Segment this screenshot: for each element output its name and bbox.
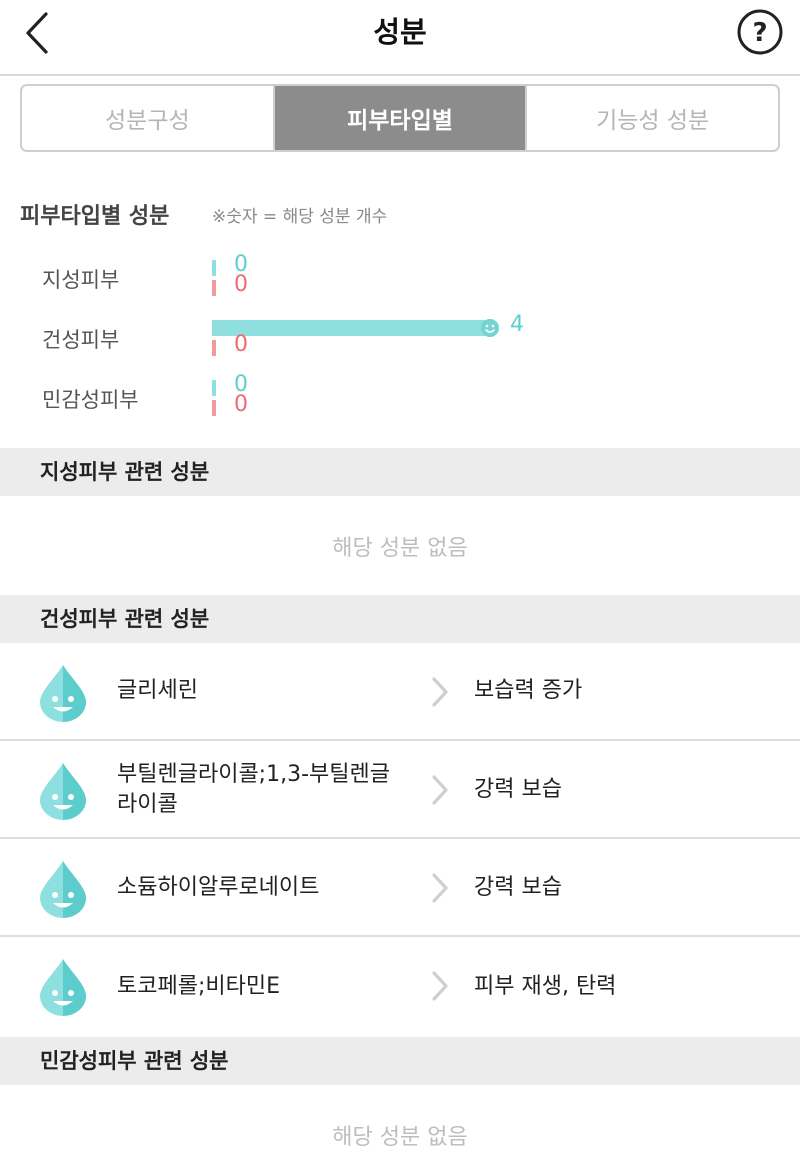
good-count-bar: [212, 320, 496, 336]
ingredient-effect: 강력 보습: [474, 777, 562, 802]
tab-bar: 성분구성 피부타입별 기능성 성분: [20, 84, 780, 152]
chevron-right-icon: [432, 873, 448, 903]
skin-type-bar-row: 민감성피부 0 0: [0, 372, 800, 430]
skin-type-label: 민감성피부: [42, 388, 139, 412]
smiling-water-drop-icon: [40, 959, 86, 1016]
bad-count-bar: [212, 400, 216, 416]
bad-count-bar: [212, 280, 216, 296]
bad-count-value: 0: [234, 392, 248, 417]
good-count-bar: [212, 380, 216, 396]
skin-type-label: 건성피부: [42, 328, 120, 352]
ingredient-name: 토코페롤;비타민E: [117, 974, 280, 999]
ingredient-row[interactable]: 토코페롤;비타민E 피부 재생, 탄력: [0, 937, 800, 1035]
ingredient-effect: 보습력 증가: [474, 678, 583, 703]
bad-count-bar: [212, 340, 216, 356]
svg-text:?: ?: [752, 18, 767, 48]
sensitive-skin-section-header: 민감성피부 관련 성분: [0, 1037, 800, 1085]
tab-functional[interactable]: 기능성 성분: [525, 86, 778, 150]
ingredient-row[interactable]: 부틸렌글라이콜;1,3-부틸렌글라이콜 강력 보습: [0, 741, 800, 839]
good-count-bar: [212, 260, 216, 276]
oily-empty-message: 해당 성분 없음: [332, 536, 468, 561]
chevron-right-icon: [432, 677, 448, 707]
sensitive-empty-message: 해당 성분 없음: [332, 1125, 468, 1150]
tab-skin-type[interactable]: 피부타입별: [272, 86, 526, 150]
bad-count-value: 0: [234, 332, 248, 357]
smile-face-icon: [481, 319, 499, 337]
ingredient-name: 글리세린: [117, 678, 198, 703]
page-title: 성분: [373, 15, 427, 49]
skin-type-bar-row: 건성피부 4 0: [0, 312, 800, 370]
chevron-right-icon: [432, 775, 448, 805]
ingredient-effect: 피부 재생, 탄력: [474, 974, 617, 999]
smiling-water-drop-icon: [40, 763, 86, 820]
top-bar: 성분 ?: [0, 0, 800, 76]
smiling-water-drop-icon: [40, 861, 86, 918]
smiling-water-drop-icon: [40, 665, 86, 722]
skin-type-summary-title: 피부타입별 성분: [20, 204, 170, 229]
bad-count-value: 0: [234, 272, 248, 297]
ingredient-name: 소듐하이알루로네이트: [117, 875, 320, 900]
skin-type-bar-row: 지성피부 0 0: [0, 252, 800, 310]
ingredient-effect: 강력 보습: [474, 875, 562, 900]
ingredient-row[interactable]: 소듐하이알루로네이트 강력 보습: [0, 839, 800, 937]
skin-type-label: 지성피부: [42, 268, 120, 292]
dry-skin-section-header: 건성피부 관련 성분: [0, 595, 800, 643]
good-count-value: 4: [510, 312, 524, 337]
help-button[interactable]: ?: [736, 8, 784, 56]
tab-composition[interactable]: 성분구성: [22, 86, 273, 150]
chevron-right-icon: [432, 971, 448, 1001]
ingredient-name: 부틸렌글라이콜;1,3-부틸렌글라이콜: [117, 762, 390, 817]
oily-skin-section-header: 지성피부 관련 성분: [0, 448, 800, 496]
count-note: ※숫자 = 해당 성분 개수: [212, 207, 388, 227]
help-circle-icon: ?: [737, 9, 783, 55]
ingredient-row[interactable]: 글리세린 보습력 증가: [0, 643, 800, 741]
